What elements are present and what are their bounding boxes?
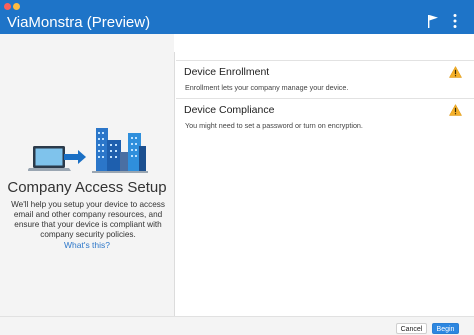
close-window-icon[interactable] [4,3,11,10]
item-subtitle: You might need to set a password or turn… [185,121,363,130]
title-bar: ViaMonstra (Preview) [0,0,474,34]
footer-bar: Cancel Begin [0,316,474,335]
item-title: Device Enrollment [184,66,270,78]
warning-icon [449,104,462,116]
begin-button[interactable]: Begin [432,323,459,334]
cancel-button[interactable]: Cancel [396,323,427,334]
item-subtitle: Enrollment lets your company manage your… [185,83,349,92]
device-compliance-item[interactable]: Device Compliance You might need to set … [176,99,474,138]
item-title: Device Compliance [184,104,275,116]
warning-icon [449,66,462,78]
whats-this-link[interactable]: What's this? [0,240,174,250]
laptop-to-city-buildings-illustration [28,128,148,173]
device-enrollment-item[interactable]: Device Enrollment Enrollment lets your c… [176,61,474,100]
setup-title: Company Access Setup [7,179,167,196]
flag-icon[interactable] [427,14,439,28]
vertical-ellipsis-icon[interactable] [453,13,457,29]
minimize-window-icon[interactable] [13,3,20,10]
app-title: ViaMonstra (Preview) [7,14,151,31]
panel-divider [174,52,175,316]
setup-description: We'll help you setup your device to acce… [11,200,165,239]
